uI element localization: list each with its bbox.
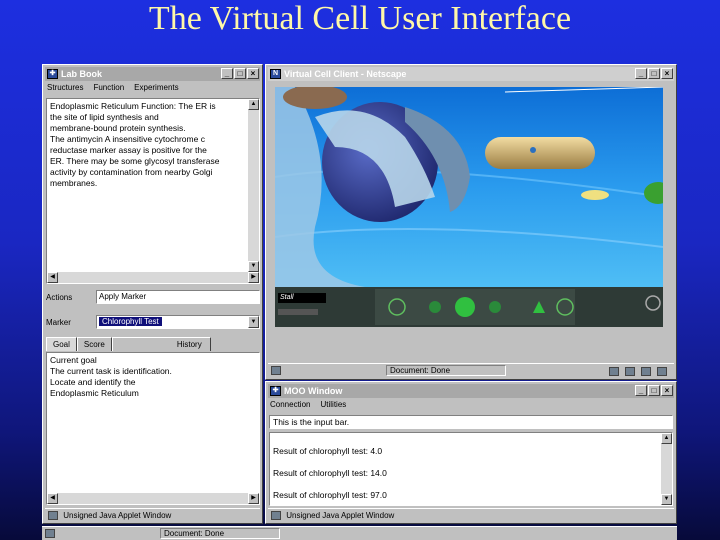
scroll-up-icon[interactable]: ▲ bbox=[248, 99, 259, 110]
key-icon bbox=[48, 511, 58, 521]
menu-experiments[interactable]: Experiments bbox=[134, 83, 178, 95]
netscape-icon: N bbox=[270, 69, 281, 79]
lab-book-menubar: Structures Function Experiments bbox=[47, 83, 179, 95]
netscape-titlebar[interactable]: N Virtual Cell Client - Netscape _ □ × bbox=[268, 67, 674, 81]
marker-label: Marker bbox=[46, 318, 71, 327]
moo-input-bar[interactable]: This is the input bar. bbox=[269, 415, 673, 429]
moo-output: Result of chlorophyll test: 4.0 Result o… bbox=[270, 433, 672, 505]
lab-book-window: ✚ Lab Book _ □ × Structures Function Exp… bbox=[42, 64, 263, 524]
composer-icon[interactable] bbox=[657, 367, 667, 377]
description-hscrollbar[interactable]: ◀ ▶ bbox=[47, 272, 259, 283]
netscape-title: Virtual Cell Client - Netscape bbox=[284, 69, 407, 79]
description-textarea[interactable]: Endoplasmic Reticulum Function: The ER i… bbox=[46, 98, 260, 284]
mitochondrion-organelle[interactable] bbox=[485, 137, 595, 169]
lab-book-statusbar: Unsigned Java Applet Window bbox=[45, 508, 260, 521]
minimize-button[interactable]: _ bbox=[635, 385, 647, 396]
security-icon bbox=[45, 529, 55, 539]
menu-utilities[interactable]: Utilities bbox=[320, 400, 346, 412]
goal-hscrollbar[interactable]: ◀ ▶ bbox=[47, 493, 259, 504]
output-line: Result of chlorophyll test: 4.0 bbox=[273, 446, 383, 456]
moo-window: ✚ MOO Window _ □ × Connection Utilities … bbox=[265, 381, 677, 524]
netscape-status: Document: Done bbox=[386, 365, 506, 376]
minimize-button[interactable]: _ bbox=[221, 68, 233, 79]
tab-score[interactable]: Score bbox=[76, 337, 112, 351]
output-line: Result of chlorophyll test: 14.0 bbox=[273, 468, 387, 478]
menu-connection[interactable]: Connection bbox=[270, 400, 310, 412]
goal-text: Current goal The current task is identif… bbox=[50, 355, 172, 398]
scroll-left-icon[interactable]: ◀ bbox=[47, 493, 58, 504]
goal-textarea[interactable]: Current goal The current task is identif… bbox=[46, 352, 260, 505]
component-icon[interactable] bbox=[609, 367, 619, 377]
scroll-down-icon[interactable]: ▼ bbox=[661, 494, 672, 505]
cosmo-logo-icon bbox=[645, 295, 661, 311]
discussion-icon[interactable] bbox=[641, 367, 651, 377]
description-text: Endoplasmic Reticulum Function: The ER i… bbox=[50, 101, 220, 188]
close-button[interactable]: × bbox=[661, 68, 673, 79]
applet-icon: ✚ bbox=[270, 386, 281, 396]
maximize-button[interactable]: □ bbox=[234, 68, 246, 79]
netscape-window: N Virtual Cell Client - Netscape _ □ × S… bbox=[265, 64, 677, 380]
moo-output-area[interactable]: Result of chlorophyll test: 4.0 Result o… bbox=[269, 432, 673, 506]
navigation-control-bar: Stall bbox=[275, 287, 663, 327]
moo-input-text: This is the input bar. bbox=[273, 417, 350, 427]
tab-goal[interactable]: Goal bbox=[46, 337, 77, 351]
close-button[interactable]: × bbox=[661, 385, 673, 396]
vesicle-organelle[interactable] bbox=[581, 190, 609, 200]
scroll-right-icon[interactable]: ▶ bbox=[248, 272, 259, 283]
minimize-button[interactable]: _ bbox=[635, 68, 647, 79]
lab-book-status: Unsigned Java Applet Window bbox=[63, 511, 172, 520]
lab-book-titlebar[interactable]: ✚ Lab Book _ □ × bbox=[45, 67, 260, 81]
actions-select[interactable]: Apply Marker bbox=[96, 290, 260, 304]
cell-scene bbox=[275, 87, 663, 287]
menu-structures[interactable]: Structures bbox=[47, 83, 83, 95]
rotate-left-icon[interactable] bbox=[429, 301, 441, 313]
applet-icon: ✚ bbox=[47, 69, 58, 79]
moo-titlebar[interactable]: ✚ MOO Window _ □ × bbox=[268, 384, 674, 398]
walk-icon[interactable] bbox=[455, 297, 475, 317]
maximize-button[interactable]: □ bbox=[648, 68, 660, 79]
moo-title: MOO Window bbox=[284, 386, 343, 396]
nav-controls bbox=[375, 289, 661, 325]
marker-value: Chlorophyll Test bbox=[99, 317, 162, 326]
maximize-button[interactable]: □ bbox=[648, 385, 660, 396]
key-icon bbox=[271, 511, 281, 521]
slide-title: The Virtual Cell User Interface bbox=[148, 0, 572, 37]
menu-function[interactable]: Function bbox=[93, 83, 124, 95]
actions-label: Actions bbox=[46, 293, 73, 302]
moo-status: Unsigned Java Applet Window bbox=[286, 511, 395, 520]
bottom-statusbar: Document: Done bbox=[42, 526, 677, 540]
netscape-statusbar: Document: Done bbox=[268, 363, 674, 378]
lab-book-title: Lab Book bbox=[61, 69, 103, 79]
rotate-right-icon[interactable] bbox=[489, 301, 501, 313]
tab-history[interactable]: History bbox=[111, 337, 211, 351]
actions-value: Apply Marker bbox=[99, 292, 147, 301]
output-line: Result of chlorophyll test: 97.0 bbox=[273, 490, 387, 500]
scroll-up-icon[interactable]: ▲ bbox=[661, 433, 672, 444]
bottom-status: Document: Done bbox=[160, 528, 280, 539]
moo-statusbar: Unsigned Java Applet Window bbox=[268, 508, 674, 521]
scroll-left-icon[interactable]: ◀ bbox=[47, 272, 58, 283]
status-icons bbox=[606, 365, 670, 378]
moo-scrollbar[interactable]: ▲ ▼ bbox=[661, 433, 672, 505]
marker-select[interactable]: Chlorophyll Test ▼ bbox=[96, 315, 260, 329]
moo-menubar: Connection Utilities bbox=[270, 400, 346, 412]
close-button[interactable]: × bbox=[247, 68, 259, 79]
scroll-down-icon[interactable]: ▼ bbox=[248, 261, 259, 272]
virtual-cell-3d-view[interactable] bbox=[275, 87, 663, 287]
scroll-right-icon[interactable]: ▶ bbox=[248, 493, 259, 504]
chevron-down-icon[interactable]: ▼ bbox=[248, 316, 259, 328]
security-icon bbox=[271, 366, 281, 376]
lab-book-tabs: Goal Score History bbox=[46, 337, 211, 351]
description-scrollbar[interactable]: ▲ ▼ bbox=[248, 99, 259, 272]
mail-icon[interactable] bbox=[625, 367, 635, 377]
